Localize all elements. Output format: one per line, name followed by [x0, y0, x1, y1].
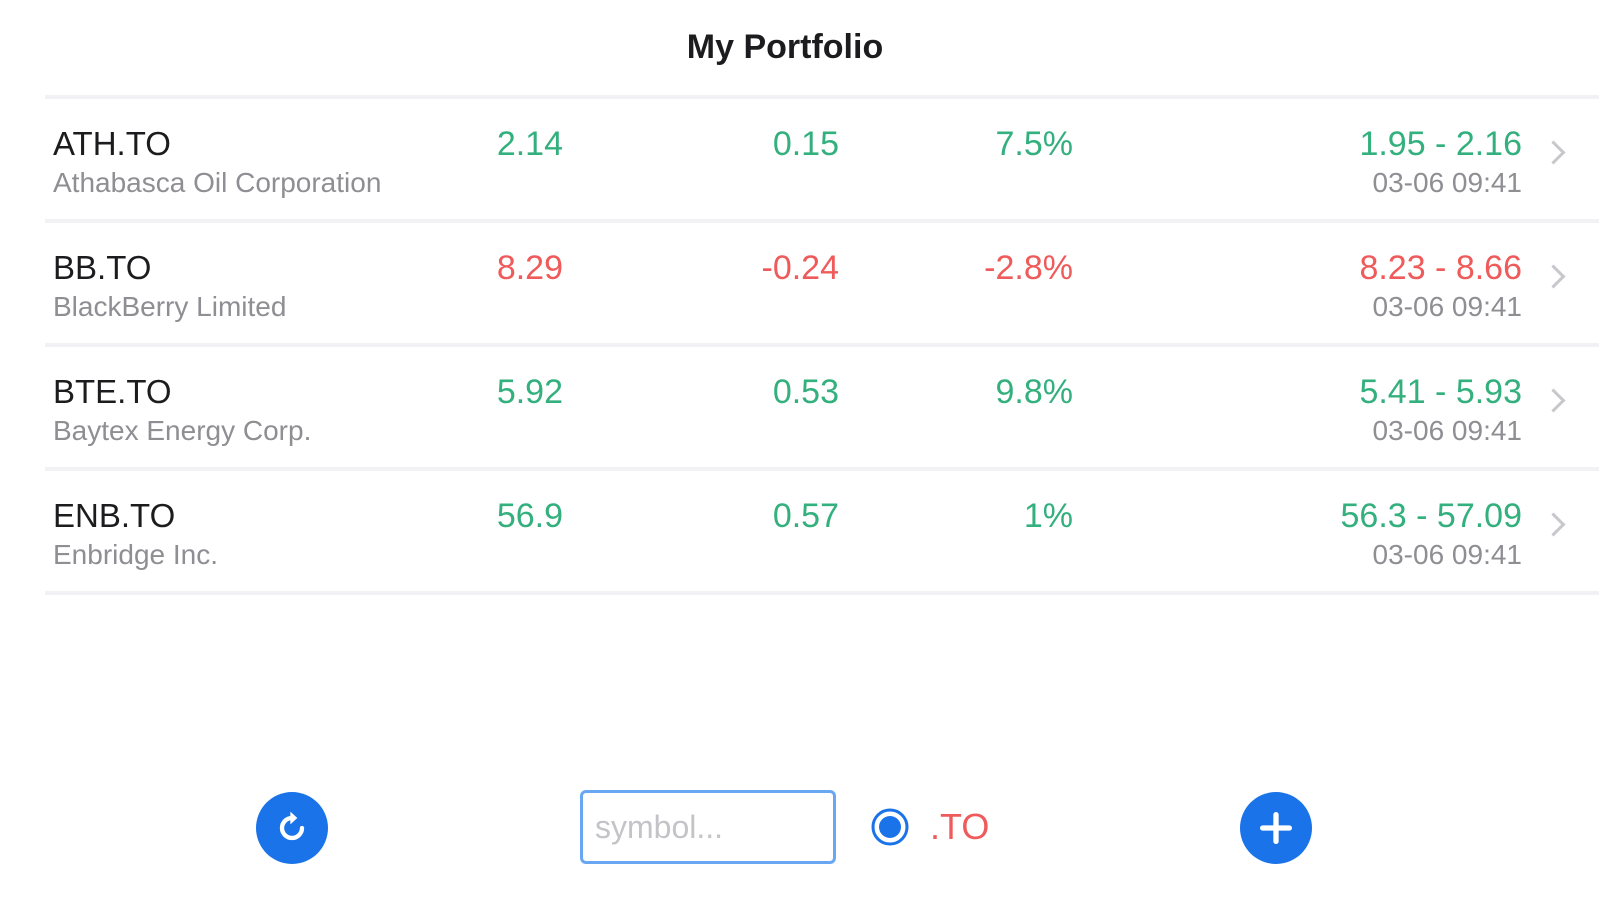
quote-time: 03-06 09:41: [1372, 167, 1522, 198]
stock-price: 2.14: [496, 125, 563, 163]
chevron-right-icon: [1541, 388, 1566, 413]
chevron-right-icon: [1541, 264, 1566, 289]
plus-icon: [1260, 812, 1292, 844]
day-range: 1.95 - 2.16: [1359, 125, 1522, 163]
suffix-label: .TO: [930, 806, 990, 847]
stock-row[interactable]: ENB.TO Enbridge Inc. 56.9 0.57 1% 56.3 -…: [45, 471, 1599, 595]
stock-list: ATH.TO Athabasca Oil Corporation 2.14 0.…: [45, 95, 1599, 595]
day-range: 56.3 - 57.09: [1340, 497, 1522, 535]
percent-change: 9.8%: [995, 373, 1074, 411]
add-button[interactable]: [1240, 792, 1312, 864]
company-name: Enbridge Inc.: [53, 539, 218, 570]
symbol-input[interactable]: [580, 790, 836, 864]
percent-change: 7.5%: [995, 125, 1074, 163]
price-change: 0.57: [772, 497, 839, 535]
stock-row[interactable]: BB.TO BlackBerry Limited 8.29 -0.24 -2.8…: [45, 223, 1599, 347]
company-name: Athabasca Oil Corporation: [53, 167, 382, 198]
stock-symbol: BTE.TO: [53, 373, 172, 410]
refresh-icon: [279, 811, 305, 841]
page-title: My Portfolio: [686, 28, 884, 66]
price-change: 0.15: [772, 125, 839, 163]
suffix-radio[interactable]: [870, 807, 910, 847]
stock-price: 5.92: [496, 373, 563, 411]
price-change: -0.24: [761, 249, 840, 287]
day-range: 8.23 - 8.66: [1359, 249, 1522, 287]
company-name: Baytex Energy Corp.: [53, 415, 312, 446]
quote-time: 03-06 09:41: [1372, 291, 1522, 322]
chevron-right-icon: [1541, 512, 1566, 537]
stock-price: 56.9: [496, 497, 563, 535]
day-range: 5.41 - 5.93: [1359, 373, 1522, 411]
refresh-button[interactable]: [256, 792, 328, 864]
stock-symbol: BB.TO: [53, 249, 152, 286]
stock-price: 8.29: [496, 249, 563, 287]
stock-symbol: ENB.TO: [53, 497, 176, 534]
chevron-right-icon: [1541, 140, 1566, 165]
price-change: 0.53: [772, 373, 839, 411]
quote-time: 03-06 09:41: [1372, 415, 1522, 446]
stock-row[interactable]: BTE.TO Baytex Energy Corp. 5.92 0.53 9.8…: [45, 347, 1599, 471]
percent-change: -2.8%: [984, 249, 1073, 287]
percent-change: 1%: [1023, 497, 1073, 535]
stock-row[interactable]: ATH.TO Athabasca Oil Corporation 2.14 0.…: [45, 99, 1599, 223]
stock-symbol: ATH.TO: [53, 125, 171, 162]
bottom-toolbar: .TO: [0, 790, 1599, 866]
quote-time: 03-06 09:41: [1372, 539, 1522, 570]
company-name: BlackBerry Limited: [53, 291, 287, 322]
